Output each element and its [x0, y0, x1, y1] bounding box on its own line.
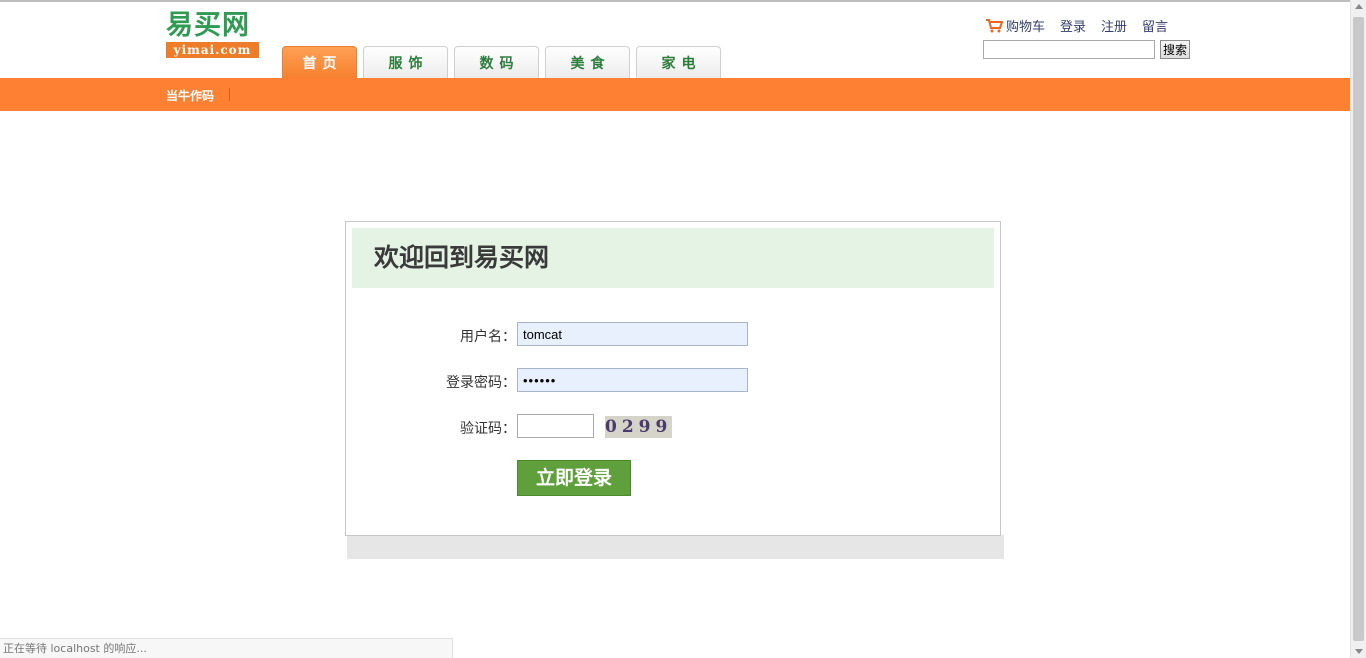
cart-link[interactable]: 购物车 [986, 16, 1045, 35]
login-panel-header: 欢迎回到易买网 [352, 228, 994, 288]
captcha-label: 验证码： [460, 421, 516, 437]
browser-status-bar: 正在等待 localhost 的响应... [0, 638, 453, 658]
tab-food[interactable]: 美食 [545, 46, 630, 78]
logo-chinese-text: 易买网 [166, 10, 250, 41]
vertical-scrollbar[interactable] [1350, 0, 1366, 658]
cart-icon [986, 18, 1003, 32]
tab-digital[interactable]: 数码 [454, 46, 539, 78]
header-links: 购物车 登录 注册 留言 [986, 16, 1183, 35]
login-submit-button[interactable]: 立即登录 [517, 460, 631, 496]
search-input[interactable] [983, 40, 1155, 59]
window-top-border [0, 0, 1350, 2]
captcha-input[interactable] [517, 414, 594, 438]
captcha-image[interactable]: 0299 [605, 416, 672, 438]
site-logo[interactable]: 易买网 yimai.com [166, 10, 259, 58]
login-title: 欢迎回到易买网 [374, 243, 550, 272]
search-bar: 搜索 [983, 40, 1190, 59]
login-panel: 欢迎回到易买网 用户名： 登录密码： 验证码： 0299 立即登录 [345, 221, 1001, 536]
username-input[interactable] [517, 322, 748, 346]
sub-nav-bar: 当牛作码 [0, 78, 1350, 111]
captcha-text: 0299 [605, 417, 672, 437]
tab-home[interactable]: 首页 [282, 46, 357, 78]
message-link[interactable]: 留言 [1142, 16, 1168, 35]
scroll-thumb[interactable] [1353, 17, 1364, 641]
sub-nav-divider [229, 88, 230, 101]
login-link[interactable]: 登录 [1060, 16, 1086, 35]
username-label: 用户名： [460, 329, 516, 345]
scroll-up-icon[interactable] [1355, 4, 1363, 9]
register-link[interactable]: 注册 [1101, 16, 1127, 35]
tab-appliances[interactable]: 家电 [636, 46, 721, 78]
sub-nav-link[interactable]: 当牛作码 [166, 87, 214, 104]
logo-domain-text: yimai.com [166, 42, 259, 58]
password-input[interactable] [517, 368, 748, 392]
cart-label: 购物车 [1006, 19, 1046, 35]
tab-clothing[interactable]: 服饰 [363, 46, 448, 78]
scroll-down-icon[interactable] [1355, 649, 1363, 654]
main-nav: 首页 服饰 数码 美食 家电 [282, 46, 727, 78]
password-label: 登录密码： [446, 375, 516, 391]
panel-shadow [347, 535, 1004, 559]
search-button[interactable]: 搜索 [1160, 40, 1190, 59]
